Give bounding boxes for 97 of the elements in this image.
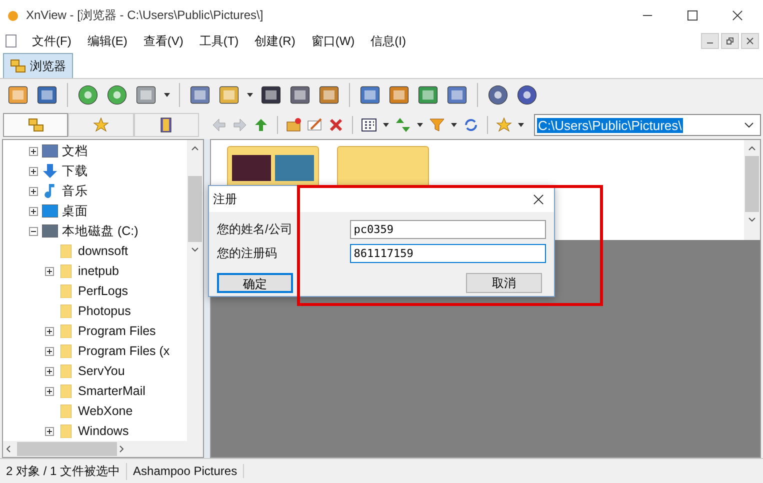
dialog-title: 注册 [213, 190, 237, 208]
tree-item[interactable]: 音乐 [62, 182, 88, 200]
tree-item[interactable]: WebXone [78, 404, 133, 418]
chevron-down-icon [744, 122, 754, 128]
folder-icon [58, 424, 74, 438]
menu-item[interactable]: 查看(V) [135, 32, 192, 50]
expand-toggle-icon[interactable] [45, 346, 54, 356]
status-text: Ashampoo Pictures [127, 464, 244, 478]
maximize-icon[interactable] [687, 10, 698, 20]
expand-toggle-icon[interactable] [29, 146, 38, 156]
tree-item[interactable]: ServYou [78, 364, 125, 378]
star-icon [92, 117, 109, 133]
folder-icon [58, 284, 74, 298]
folder-icon [58, 264, 74, 278]
mdi-minimize-button[interactable] [701, 33, 719, 49]
tree-item[interactable]: PerfLogs [78, 284, 128, 298]
mdi-restore-button[interactable] [721, 33, 739, 49]
tree-item[interactable]: Windows [78, 424, 129, 438]
dropdown-caret-icon[interactable] [382, 121, 390, 129]
expand-toggle-icon[interactable] [45, 326, 54, 336]
photo-placeholder [232, 155, 271, 181]
vertical-scrollbar[interactable] [187, 140, 203, 441]
address-combo[interactable]: C:\Users\Public\Pictures\ [534, 114, 761, 136]
tree-item[interactable]: downsoft [78, 244, 128, 258]
desktop-icon [42, 204, 58, 218]
tree-item[interactable]: 下载 [62, 162, 88, 180]
mdi-close-button[interactable] [741, 33, 759, 49]
grid-view-icon[interactable] [361, 117, 377, 133]
browser-tab[interactable]: 浏览器 [3, 53, 73, 78]
book-icon [158, 117, 174, 133]
menu-item[interactable]: 信息(I) [362, 32, 414, 50]
tree-item[interactable]: Program Files (x [78, 344, 170, 358]
folder-icon [58, 344, 74, 358]
restore-icon [726, 37, 734, 45]
collapse-toggle-icon[interactable] [29, 226, 38, 236]
tree-item[interactable]: 桌面 [62, 202, 88, 220]
tree-item[interactable]: Photopus [78, 304, 131, 318]
dropdown-caret-icon[interactable] [450, 121, 458, 129]
menu-item[interactable]: 工具(T) [191, 32, 247, 50]
folder-icon [58, 364, 74, 378]
input-field[interactable]: pc0359 [350, 220, 546, 238]
dropdown-caret-icon[interactable] [416, 121, 424, 129]
download-arrow-icon [42, 164, 58, 178]
status-text: 2 对象 / 1 文件被选中 [0, 462, 128, 480]
tree-item[interactable]: 文档 [62, 142, 88, 160]
up-arrow-icon[interactable] [253, 117, 269, 133]
horizontal-scrollbar[interactable] [3, 441, 203, 457]
menu-item[interactable]: 创建(R) [246, 32, 304, 50]
folders-icon [10, 58, 26, 74]
expand-toggle-icon[interactable] [45, 366, 54, 376]
dropdown-caret-icon[interactable] [246, 91, 254, 99]
close-icon [746, 37, 754, 45]
close-icon[interactable] [533, 194, 544, 204]
ok-button[interactable]: 确定 [217, 273, 293, 293]
dropdown-caret-icon[interactable] [163, 91, 171, 99]
star-icon[interactable] [496, 117, 512, 133]
expand-toggle-icon[interactable] [29, 206, 38, 216]
document-icon [4, 34, 18, 48]
expand-toggle-icon[interactable] [45, 426, 54, 436]
field-label: 您的姓名/公司 [217, 220, 294, 238]
expand-toggle-icon[interactable] [29, 166, 38, 176]
sort-arrows-icon[interactable] [395, 117, 411, 133]
app-icon [6, 8, 20, 22]
close-icon[interactable] [732, 10, 743, 20]
folder-icon [58, 244, 74, 258]
folder-icon [58, 304, 74, 318]
scrollbar-thumb[interactable] [745, 156, 759, 212]
expand-toggle-icon[interactable] [45, 266, 54, 276]
cancel-button[interactable]: 取消 [466, 273, 542, 293]
rename-pencil-icon[interactable] [307, 117, 323, 133]
tree-item[interactable]: Program Files [78, 324, 156, 338]
input-field[interactable]: 861117159 [350, 244, 546, 262]
expand-toggle-icon[interactable] [45, 386, 54, 396]
menu-item[interactable]: 文件(F) [24, 32, 80, 50]
folder-icon [58, 404, 74, 418]
refresh-icon[interactable] [463, 117, 479, 133]
menu-item[interactable]: 编辑(E) [79, 32, 136, 50]
filter-funnel-icon[interactable] [429, 117, 445, 133]
tree-item[interactable]: 本地磁盘 (C:) [62, 222, 138, 240]
expand-toggle-icon[interactable] [29, 186, 38, 196]
window-title: XnView - [浏览器 - C:\Users\Public\Pictures\] [26, 6, 264, 24]
scrollbar-thumb[interactable] [17, 442, 117, 456]
delete-icon[interactable] [328, 117, 344, 133]
field-label: 您的注册码 [217, 244, 278, 262]
tree-item[interactable]: inetpub [78, 264, 120, 278]
categories-panel-tab[interactable] [134, 113, 199, 137]
menu-item[interactable]: 窗口(W) [303, 32, 363, 50]
vertical-scrollbar[interactable] [744, 140, 760, 240]
tree-item[interactable]: SmarterMail [78, 384, 146, 398]
dropdown-caret-icon[interactable] [517, 121, 525, 129]
scrollbar-thumb[interactable] [188, 176, 202, 242]
folders-panel-tab[interactable] [3, 113, 68, 137]
photo-placeholder [275, 155, 314, 181]
folders-icon [28, 117, 44, 133]
new-folder-icon[interactable] [286, 117, 302, 133]
folder-icon [58, 384, 74, 398]
folder-icon [58, 324, 74, 338]
